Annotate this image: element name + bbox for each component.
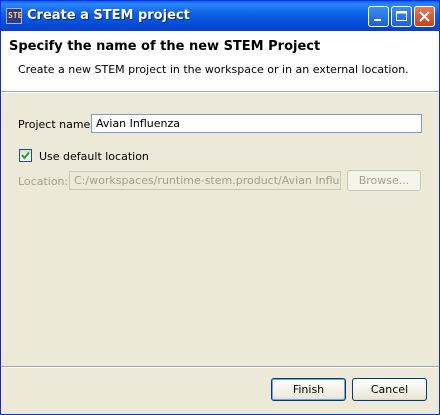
minimize-icon	[374, 19, 381, 21]
maximize-button[interactable]	[391, 6, 412, 27]
location-field: C:/workspaces/runtime-stem.product/Avian…	[69, 171, 341, 190]
minimize-button[interactable]	[368, 6, 389, 27]
project-name-input[interactable]	[91, 114, 422, 133]
checkmark-icon	[21, 151, 30, 160]
close-button[interactable]	[414, 6, 435, 27]
maximize-icon	[396, 11, 407, 21]
use-default-location-label[interactable]: Use default location	[39, 150, 149, 163]
app-icon-text: STE	[8, 11, 23, 20]
finish-button[interactable]: Finish	[271, 378, 346, 401]
wizard-description: Create a new STEM project in the workspa…	[18, 63, 409, 76]
location-label: Location:	[18, 175, 69, 188]
title-bar[interactable]: STE Create a STEM project	[1, 1, 439, 31]
wizard-header: Specify the name of the new STEM Project…	[1, 31, 439, 91]
app-icon: STE	[6, 8, 22, 24]
header-separator	[1, 91, 439, 93]
project-name-label: Project name:	[18, 118, 95, 131]
dialog-window: STE Create a STEM project Specify the na…	[0, 0, 440, 415]
wizard-title: Specify the name of the new STEM Project	[9, 39, 321, 54]
use-default-location-checkbox[interactable]	[19, 149, 32, 162]
footer-separator	[1, 366, 439, 368]
browse-button: Browse...	[347, 170, 421, 191]
close-icon	[419, 11, 430, 22]
window-title: Create a STEM project	[27, 8, 190, 23]
cancel-button[interactable]: Cancel	[352, 378, 427, 401]
